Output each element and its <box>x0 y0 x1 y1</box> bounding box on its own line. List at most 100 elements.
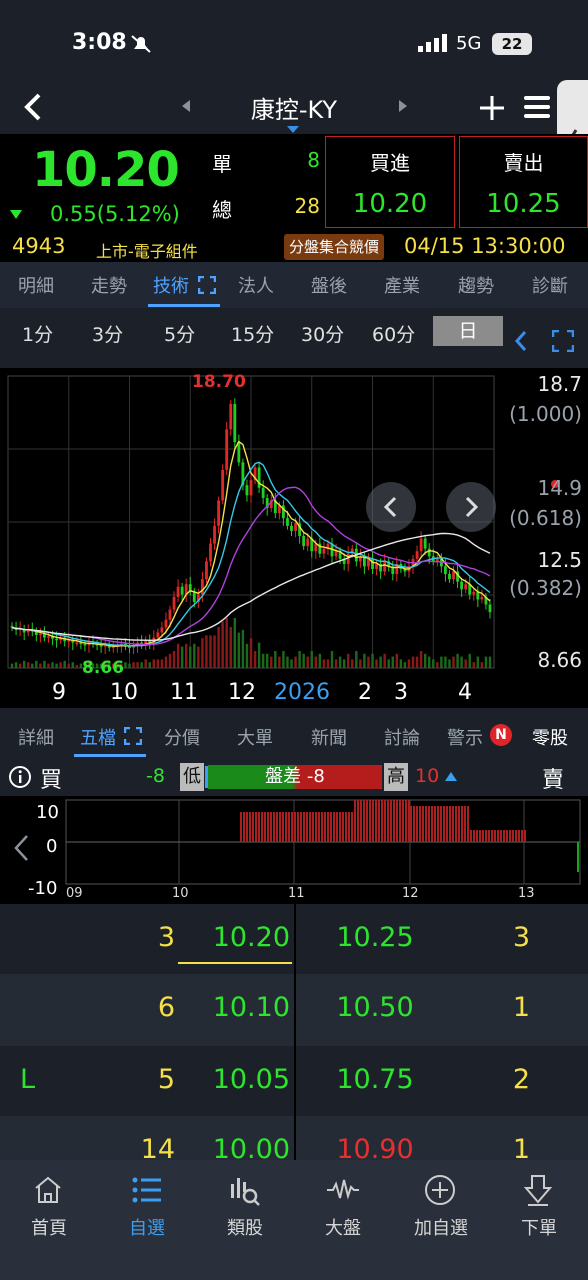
volume-bar <box>415 656 419 668</box>
nav-item[interactable]: 加自選 <box>392 1160 490 1250</box>
candle-body <box>472 591 476 595</box>
nav-item[interactable]: 大盤 <box>294 1160 392 1250</box>
period-1m[interactable]: 1分 <box>22 320 53 347</box>
period-60m[interactable]: 60分 <box>372 320 415 347</box>
info-icon[interactable] <box>8 765 32 789</box>
volume-bar <box>472 662 475 668</box>
chart-next-button[interactable] <box>446 482 496 532</box>
imbalance-bar <box>488 830 490 842</box>
add-icon[interactable] <box>478 94 506 122</box>
imbalance-bar <box>467 806 469 842</box>
imbalance-bar <box>300 812 302 842</box>
period-5m[interactable]: 5分 <box>164 320 195 347</box>
imbalance-bar <box>443 806 445 842</box>
tab-detailed[interactable]: 詳細 <box>18 724 54 750</box>
nav-label: 自選 <box>129 1218 165 1239</box>
volume-bar <box>379 656 382 668</box>
volume-bar <box>10 663 14 668</box>
tab-trends[interactable]: 趨勢 <box>458 272 494 298</box>
tab-diagnosis[interactable]: 診斷 <box>532 272 568 298</box>
imbalance-bar <box>282 812 284 842</box>
scroll-left-icon[interactable] <box>514 330 528 352</box>
volume-bar <box>164 656 168 668</box>
nav-item[interactable]: 自選 <box>98 1160 196 1250</box>
tab-large-orders[interactable]: 大單 <box>237 724 273 750</box>
period-15m[interactable]: 15分 <box>231 320 274 347</box>
tab-price-distribution[interactable]: 分價 <box>164 724 200 750</box>
volume-bar <box>399 659 403 668</box>
imbalance-bar <box>402 800 404 842</box>
candle-body <box>245 485 249 496</box>
tab-institutional[interactable]: 法人 <box>238 272 274 298</box>
volume-bar <box>351 659 354 668</box>
candle-body <box>249 480 253 496</box>
tab-discussion[interactable]: 討論 <box>384 724 420 750</box>
tab-after-hours[interactable]: 盤後 <box>311 272 347 298</box>
nav-label: 下單 <box>521 1218 557 1239</box>
collapse-left-icon[interactable] <box>12 834 30 862</box>
candle-body <box>209 543 212 562</box>
candle-body <box>38 633 42 636</box>
x-label: 2 <box>358 680 372 705</box>
period-30m[interactable]: 30分 <box>301 320 344 347</box>
candle-body <box>257 467 261 488</box>
tab-news[interactable]: 新聞 <box>311 724 347 750</box>
volume-bar <box>59 662 62 668</box>
imbalance-bar <box>318 812 320 842</box>
list-icon <box>132 1177 161 1203</box>
buy-box[interactable]: 買進 10.20 <box>325 136 455 228</box>
sell-box[interactable]: 賣出 10.25 <box>459 136 588 228</box>
imbalance-bar <box>279 812 281 842</box>
add-circle-icon <box>425 1175 455 1205</box>
tab-trend[interactable]: 走勢 <box>91 272 127 298</box>
candle-body <box>160 627 164 633</box>
menu-icon[interactable] <box>524 94 552 120</box>
period-3m[interactable]: 3分 <box>92 320 123 347</box>
chart-search-icon <box>231 1178 260 1206</box>
candlestick-chart[interactable]: 18.70 8.66 18.7 (1.000) 14.9 (0.618) 12.… <box>0 368 588 708</box>
candle-body <box>192 591 196 602</box>
volume-bar <box>464 659 467 668</box>
candle-body <box>221 469 225 501</box>
imbalance-bar <box>416 806 418 842</box>
imbalance-bar <box>425 806 427 842</box>
volume-bar <box>213 635 216 668</box>
tab-five-levels[interactable]: 五檔 <box>80 724 116 750</box>
tab-odd-lot[interactable]: 零股 <box>532 724 568 750</box>
fullscreen-icon[interactable] <box>552 330 574 352</box>
expand-icon[interactable] <box>124 727 142 745</box>
imbalance-bar <box>294 812 296 842</box>
nav-item[interactable]: 下單 <box>490 1160 588 1250</box>
volume-bar <box>67 663 70 668</box>
imbalance-bar <box>396 800 398 842</box>
next-stock-icon[interactable] <box>397 99 409 113</box>
imbalance-bar <box>512 830 514 842</box>
y-label: (0.618) <box>509 506 582 530</box>
mini-y-label: 10 <box>36 802 59 823</box>
ask-quantity: 3 <box>512 922 530 953</box>
nav-item[interactable]: 首頁 <box>0 1160 98 1250</box>
candle-body <box>423 538 427 549</box>
imbalance-bar <box>240 812 242 842</box>
tab-alerts[interactable]: 警示 <box>447 724 483 750</box>
chart-prev-button[interactable] <box>366 482 416 532</box>
imbalance-bar <box>381 800 383 842</box>
imbalance-bar <box>303 812 305 842</box>
single-volume-label: 單 <box>212 152 232 176</box>
candle-body <box>444 566 447 575</box>
candle-body <box>47 636 50 638</box>
spread-bar: 盤差 -8 <box>208 765 382 789</box>
tab-details[interactable]: 明細 <box>18 272 54 298</box>
tab-industry[interactable]: 產業 <box>384 272 420 298</box>
down-arrow-icon <box>10 210 22 219</box>
expand-icon[interactable] <box>198 276 216 294</box>
title-dropdown-icon[interactable] <box>287 126 299 134</box>
active-tab-indicator <box>74 754 146 757</box>
nav-item[interactable]: 類股 <box>196 1160 294 1250</box>
tab-technical[interactable]: 技術 <box>153 272 189 298</box>
period-daily[interactable]: 日 <box>433 316 503 346</box>
volume-bar <box>22 660 26 668</box>
volume-bar <box>338 656 342 668</box>
volume-bar <box>270 656 273 668</box>
candle-body <box>164 619 168 628</box>
